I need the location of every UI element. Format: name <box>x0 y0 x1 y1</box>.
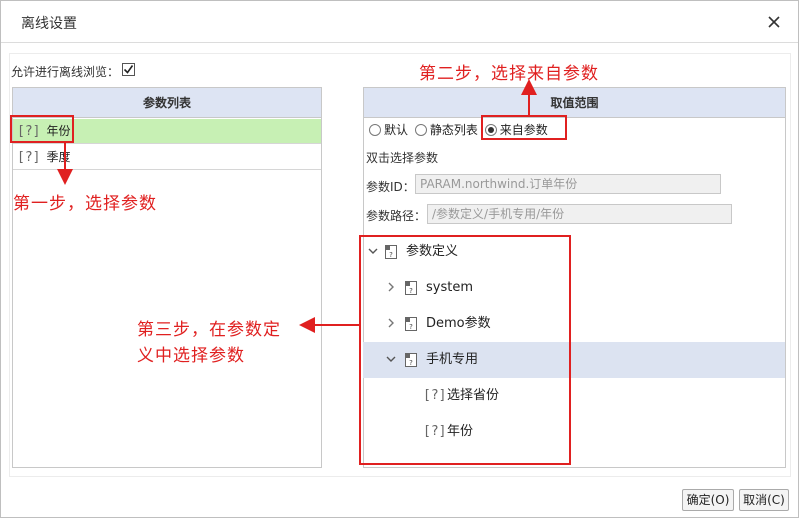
param-path-field[interactable]: /参数定义/手机专用/年份 <box>427 204 732 224</box>
parameter-item-label: 季度 <box>46 150 71 164</box>
radio-static-list-label: 静态列表 <box>429 123 478 137</box>
param-id-field[interactable]: PARAM.northwind.订单年份 <box>415 174 721 194</box>
radio-default[interactable]: 默认 <box>369 123 411 137</box>
ok-button[interactable]: 确定(O) <box>682 489 734 511</box>
annotation-step2: 第二步，选择来自参数 <box>419 64 599 84</box>
parameter-list-panel: 参数列表 [?] 年份 [?] 季度 <box>12 87 322 468</box>
offline-settings-dialog: 离线设置 允许进行离线浏览： 参数列表 [?] 年份 [?] 季度 取值范围 默认 … <box>0 0 799 518</box>
allow-offline-checkbox[interactable] <box>122 63 135 76</box>
parameter-item-quarter[interactable]: [?] 季度 <box>13 145 321 170</box>
param-icon: [?] <box>17 150 41 165</box>
cancel-button[interactable]: 取消(C) <box>739 489 789 511</box>
annotation-box-tree <box>359 235 571 465</box>
value-range-header: 取值范围 <box>364 88 785 118</box>
parameter-list-header: 参数列表 <box>13 88 321 118</box>
allow-offline-label: 允许进行离线浏览： <box>11 65 120 79</box>
annotation-step3-line2: 义中选择参数 <box>137 346 245 366</box>
dialog-title: 离线设置 <box>21 16 77 32</box>
title-bar: 离线设置 <box>1 1 798 43</box>
annotation-box-from-param <box>481 115 567 140</box>
close-icon[interactable] <box>763 11 785 33</box>
radio-icon <box>369 124 381 136</box>
param-id-label: 参数ID： <box>366 180 415 194</box>
annotation-step1: 第一步，选择参数 <box>13 194 157 214</box>
double-click-hint: 双击选择参数 <box>366 151 439 165</box>
radio-default-label: 默认 <box>384 123 409 137</box>
radio-static-list[interactable]: 静态列表 <box>414 123 481 137</box>
annotation-step3-line1: 第三步，在参数定 <box>137 320 281 340</box>
param-path-label: 参数路径： <box>366 209 427 223</box>
radio-icon <box>414 124 427 136</box>
annotation-box-year <box>10 115 74 143</box>
checkmark-icon <box>123 65 134 74</box>
